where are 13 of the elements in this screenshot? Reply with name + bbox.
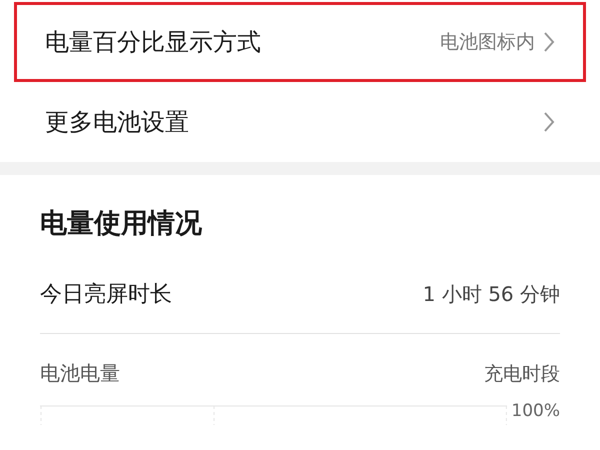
- row-label: 电量百分比显示方式: [45, 27, 261, 58]
- screen-time-label: 今日亮屏时长: [40, 281, 172, 309]
- chevron-icon: [543, 111, 555, 133]
- settings-row[interactable]: 更多电池设置: [14, 82, 586, 162]
- legend-label: 充电时段: [484, 362, 560, 386]
- chevron-icon: [543, 31, 555, 53]
- row-value: 电池图标内: [440, 30, 535, 55]
- battery-label: 电池电量: [40, 360, 120, 387]
- screen-time-value: 1 小时 56 分钟: [422, 280, 560, 308]
- axis-label: 100%: [511, 401, 560, 421]
- section-title: 电量使用情况: [40, 207, 202, 241]
- row-label: 更多电池设置: [45, 107, 189, 138]
- settings-row[interactable]: 电量百分比显示方式 电池图标内: [14, 2, 586, 82]
